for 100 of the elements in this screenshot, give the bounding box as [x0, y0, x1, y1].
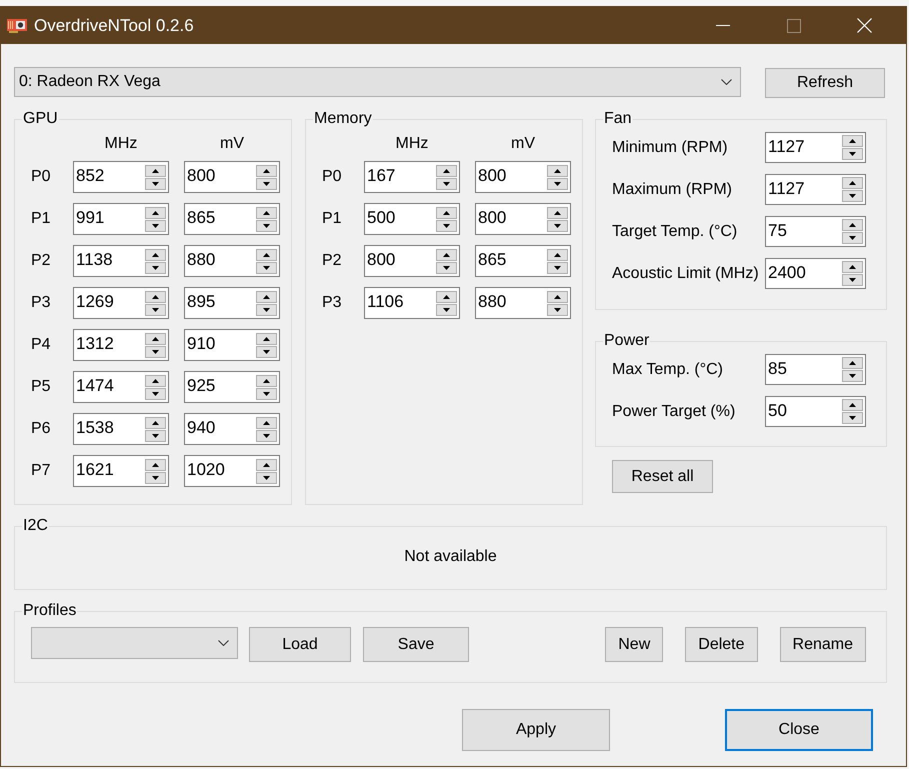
number-spin-box[interactable]: 500: [364, 203, 460, 235]
number-spin-box[interactable]: 1127: [765, 132, 866, 163]
number-spin-box[interactable]: 1312: [73, 329, 169, 361]
number-spin-box[interactable]: 991: [73, 203, 169, 235]
spin-down-button[interactable]: [547, 262, 568, 274]
spin-down-button[interactable]: [547, 220, 568, 232]
spin-up-button[interactable]: [842, 399, 863, 411]
spin-up-button[interactable]: [436, 248, 457, 260]
spin-down-button[interactable]: [842, 274, 863, 286]
number-spin-box[interactable]: 925: [184, 371, 280, 403]
spin-up-button[interactable]: [547, 248, 568, 260]
push-button[interactable]: Load: [249, 627, 351, 662]
number-spin-box[interactable]: 1127: [765, 174, 866, 205]
spin-up-button[interactable]: [145, 206, 166, 218]
spin-down-button[interactable]: [145, 430, 166, 442]
number-spin-box[interactable]: 800: [184, 161, 280, 193]
spin-down-button[interactable]: [145, 178, 166, 190]
spin-down-button[interactable]: [436, 220, 457, 232]
spin-down-button[interactable]: [145, 346, 166, 358]
push-button[interactable]: Refresh: [765, 68, 885, 98]
push-button[interactable]: Reset all: [612, 460, 713, 493]
spin-up-button[interactable]: [256, 332, 277, 344]
number-spin-box[interactable]: 880: [184, 245, 280, 277]
number-spin-box[interactable]: 1621: [73, 455, 169, 487]
number-spin-box[interactable]: 1106: [364, 287, 460, 319]
spin-up-button[interactable]: [842, 261, 863, 273]
number-spin-box[interactable]: 75: [765, 216, 866, 247]
number-spin-box[interactable]: 852: [73, 161, 169, 193]
push-button[interactable]: New: [605, 627, 664, 662]
push-button[interactable]: Delete: [685, 627, 758, 662]
spin-up-button[interactable]: [145, 374, 166, 386]
spin-up-button[interactable]: [256, 206, 277, 218]
spin-down-button[interactable]: [256, 346, 277, 358]
spin-down-button[interactable]: [256, 430, 277, 442]
spin-down-button[interactable]: [842, 370, 863, 382]
spin-down-button[interactable]: [145, 304, 166, 316]
number-spin-box[interactable]: 85: [765, 354, 866, 385]
spin-up-button[interactable]: [842, 357, 863, 369]
spin-up-button[interactable]: [256, 374, 277, 386]
spin-up-button[interactable]: [256, 458, 277, 470]
spin-up-button[interactable]: [256, 164, 277, 176]
spin-up-button[interactable]: [842, 177, 863, 189]
spin-up-button[interactable]: [256, 416, 277, 428]
push-button[interactable]: Rename: [780, 627, 866, 662]
number-spin-box[interactable]: 880: [475, 287, 571, 319]
spin-up-button[interactable]: [547, 290, 568, 302]
number-spin-box[interactable]: 2400: [765, 258, 866, 289]
spin-down-button[interactable]: [436, 304, 457, 316]
push-button[interactable]: Save: [363, 627, 469, 662]
spin-down-button[interactable]: [436, 262, 457, 274]
spin-up-button[interactable]: [256, 248, 277, 260]
number-spin-box[interactable]: 800: [364, 245, 460, 277]
number-spin-box[interactable]: 800: [475, 161, 571, 193]
spin-up-button[interactable]: [436, 164, 457, 176]
number-spin-box[interactable]: 910: [184, 329, 280, 361]
spin-down-button[interactable]: [842, 232, 863, 244]
spin-down-button[interactable]: [842, 190, 863, 202]
spin-down-button[interactable]: [842, 148, 863, 160]
number-spin-box[interactable]: 1138: [73, 245, 169, 277]
spin-up-button[interactable]: [145, 290, 166, 302]
spin-down-button[interactable]: [256, 220, 277, 232]
spin-down-button[interactable]: [145, 388, 166, 400]
number-spin-box[interactable]: 800: [475, 203, 571, 235]
spin-down-button[interactable]: [547, 178, 568, 190]
spin-up-button[interactable]: [547, 206, 568, 218]
number-spin-box[interactable]: 1474: [73, 371, 169, 403]
spin-up-button[interactable]: [547, 164, 568, 176]
spin-down-button[interactable]: [145, 262, 166, 274]
spin-down-button[interactable]: [145, 472, 166, 484]
spin-up-button[interactable]: [145, 164, 166, 176]
dialog-button[interactable]: Close: [725, 709, 873, 751]
number-spin-box[interactable]: 167: [364, 161, 460, 193]
spin-up-button[interactable]: [256, 290, 277, 302]
spin-down-button[interactable]: [256, 304, 277, 316]
spin-down-button[interactable]: [256, 262, 277, 274]
spin-up-button[interactable]: [145, 458, 166, 470]
spin-down-button[interactable]: [547, 304, 568, 316]
spin-down-button[interactable]: [436, 178, 457, 190]
number-spin-box[interactable]: 1269: [73, 287, 169, 319]
spin-up-button[interactable]: [436, 290, 457, 302]
device-dropdown[interactable]: 0: Radeon RX Vega: [14, 67, 741, 97]
number-spin-box[interactable]: 50: [765, 396, 866, 427]
number-spin-box[interactable]: 865: [475, 245, 571, 277]
number-spin-box[interactable]: 940: [184, 413, 280, 445]
spin-up-button[interactable]: [145, 332, 166, 344]
spin-up-button[interactable]: [842, 135, 863, 147]
number-spin-box[interactable]: 895: [184, 287, 280, 319]
spin-up-button[interactable]: [842, 219, 863, 231]
spin-down-button[interactable]: [256, 388, 277, 400]
spin-down-button[interactable]: [842, 412, 863, 424]
number-spin-box[interactable]: 1020: [184, 455, 280, 487]
dialog-button[interactable]: Apply: [462, 709, 610, 751]
spin-down-button[interactable]: [256, 472, 277, 484]
number-spin-box[interactable]: 865: [184, 203, 280, 235]
spin-down-button[interactable]: [145, 220, 166, 232]
spin-up-button[interactable]: [145, 248, 166, 260]
spin-up-button[interactable]: [145, 416, 166, 428]
spin-up-button[interactable]: [436, 206, 457, 218]
spin-down-button[interactable]: [256, 178, 277, 190]
number-spin-box[interactable]: 1538: [73, 413, 169, 445]
